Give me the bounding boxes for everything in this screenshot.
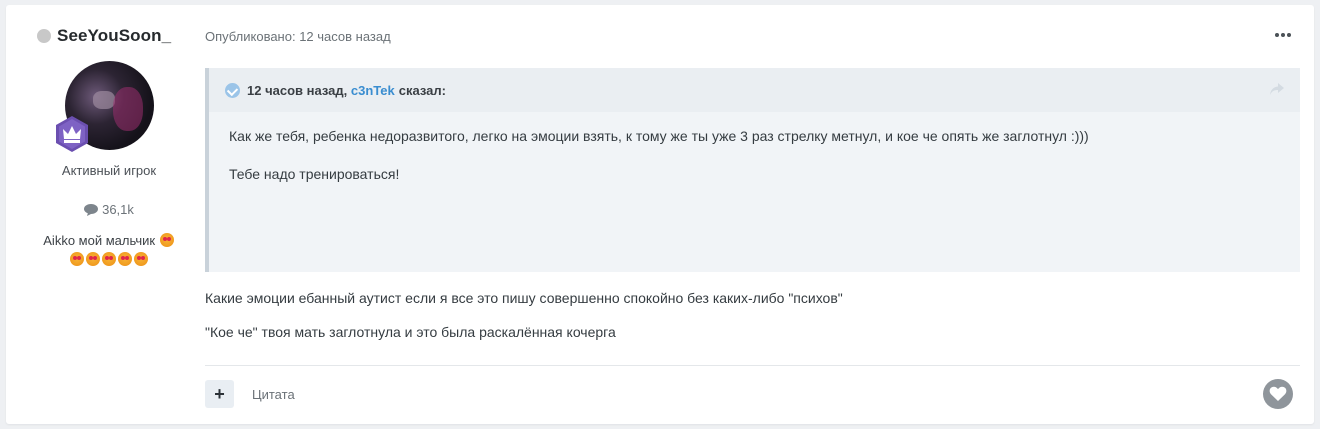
post-count-value: 36,1k — [102, 202, 134, 217]
heart-eyes-emoji-icon — [159, 233, 174, 247]
heart-eyes-emoji-icon — [102, 252, 116, 266]
post-meta[interactable]: Опубликовано: 12 часов назад — [205, 29, 391, 44]
ellipsis-icon[interactable] — [1275, 33, 1291, 37]
speech-bubble-icon — [84, 203, 99, 216]
quote-block: 12 часов назад, c3nTek сказал: Как же те… — [205, 68, 1300, 272]
author-name-row: SeeYouSoon_ — [37, 26, 171, 46]
quote-line: Как же тебя, ребенка недоразвитого, легк… — [229, 128, 1089, 144]
heart-eyes-emoji-icon — [118, 252, 132, 266]
forum-post: SeeYouSoon_ Активный игрок 36,1k Aikko м… — [6, 5, 1314, 424]
crown-badge-icon — [56, 116, 88, 152]
status-dot-icon — [37, 29, 51, 43]
post-count: 36,1k — [6, 202, 212, 217]
heart-eyes-emoji-icon — [134, 252, 148, 266]
post-paragraph: Какие эмоции ебанный аутист если я все э… — [205, 290, 843, 306]
heart-eyes-emoji-icon — [86, 252, 100, 266]
check-circle-icon — [225, 82, 240, 98]
rank-title: Активный игрок — [61, 163, 157, 178]
author-signature: Aikko мой мальчик — [26, 231, 192, 269]
quote-button[interactable]: Цитата — [252, 387, 295, 402]
quote-body: Как же тебя, ребенка недоразвитого, легк… — [209, 112, 1300, 184]
quote-line: Тебе надо тренироваться! — [229, 166, 400, 182]
divider — [205, 365, 1300, 366]
quote-citation: 12 часов назад, c3nTek сказал: — [209, 68, 1300, 112]
heart-eyes-emoji-icon — [70, 252, 84, 266]
post-paragraph: "Кое че" твоя мать заглотнула и это была… — [205, 324, 616, 340]
heart-icon — [1269, 386, 1287, 401]
signature-text: Aikko мой мальчик — [43, 233, 156, 248]
quote-user-link[interactable]: c3nTek — [351, 83, 395, 98]
multiquote-plus-button[interactable]: + — [205, 380, 234, 408]
like-button[interactable] — [1263, 379, 1293, 409]
author-name[interactable]: SeeYouSoon_ — [57, 26, 171, 46]
quote-said: сказал: — [398, 82, 446, 98]
post-body: Какие эмоции ебанный аутист если я все э… — [205, 288, 843, 356]
quote-time: 12 часов назад, — [247, 82, 348, 98]
share-arrow-icon[interactable] — [1270, 83, 1284, 95]
